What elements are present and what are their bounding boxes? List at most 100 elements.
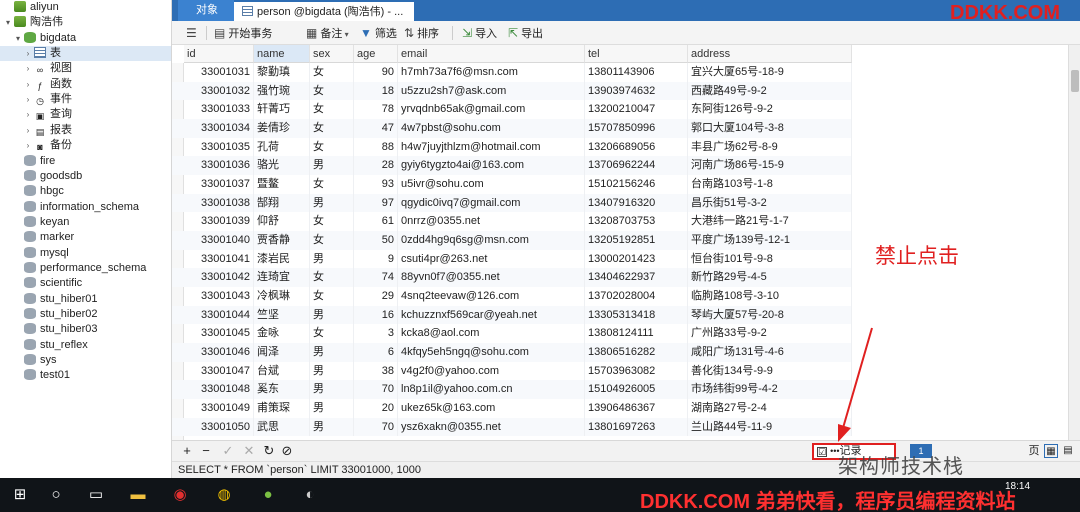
cell-age[interactable]: 28 bbox=[354, 156, 398, 175]
cell-tel[interactable]: 13305313418 bbox=[585, 305, 688, 325]
cell-sex[interactable]: 女 bbox=[310, 118, 354, 138]
cell-address[interactable]: 宜兴大厦65号-18-9 bbox=[688, 63, 852, 82]
table-row[interactable]: 33001033 轩菁巧女 78 yrvqdnb65ak@gmail.com 13200… bbox=[172, 100, 852, 119]
cell-email[interactable]: ukez65k@163.com bbox=[398, 398, 585, 418]
table-row[interactable]: 33001041 漆岩民男 9 csuti4pr@263.net 13000201423… bbox=[172, 249, 852, 269]
expand-arrow-icon[interactable]: ▾ bbox=[3, 15, 13, 30]
tab-person-table[interactable]: person @bigdata (陶浩伟) - ... bbox=[234, 0, 414, 21]
cell-age[interactable]: 70 bbox=[354, 417, 398, 437]
cell-name[interactable]: 闻泽 bbox=[254, 342, 310, 362]
cell-address[interactable]: 恒台街101号-9-8 bbox=[688, 249, 852, 269]
cell-id[interactable]: 33001048 bbox=[184, 380, 254, 399]
cell-id[interactable]: 33001031 bbox=[184, 63, 254, 82]
cell-sex[interactable]: 男 bbox=[310, 361, 354, 381]
table-row[interactable]: 33001043 冷枫琳女 29 4snq2teevaw@126.com 1370202… bbox=[172, 286, 852, 306]
expand-arrow-icon[interactable]: ▾ bbox=[13, 31, 23, 46]
column-header-email[interactable]: email bbox=[398, 45, 585, 63]
tree-item[interactable]: performance_schema bbox=[0, 261, 171, 276]
cell-sex[interactable]: 男 bbox=[310, 417, 354, 437]
tree-item[interactable]: › ▣ 查询 bbox=[0, 107, 171, 122]
cell-name[interactable]: 黎勤瑱 bbox=[254, 63, 310, 82]
cell-sex[interactable]: 女 bbox=[310, 324, 354, 343]
cell-id[interactable]: 33001045 bbox=[184, 324, 254, 343]
expand-arrow-icon[interactable]: › bbox=[23, 46, 33, 61]
tree-item[interactable]: stu_hiber02 bbox=[0, 307, 171, 322]
expand-arrow-icon[interactable]: › bbox=[23, 138, 33, 153]
table-row[interactable]: 33001046 闻泽男 6 4kfqy5eh5ngq@sohu.com 1380651… bbox=[172, 342, 852, 362]
cell-age[interactable]: 6 bbox=[354, 342, 398, 362]
refresh-button[interactable]: ↻ bbox=[262, 444, 276, 458]
cell-id[interactable]: 33001044 bbox=[184, 305, 254, 325]
cell-tel[interactable]: 15104926005 bbox=[585, 380, 688, 399]
cell-sex[interactable]: 男 bbox=[310, 305, 354, 325]
tree-item[interactable]: stu_reflex bbox=[0, 338, 171, 353]
cell-tel[interactable]: 13706962244 bbox=[585, 156, 688, 175]
cell-age[interactable]: 50 bbox=[354, 230, 398, 250]
cell-sex[interactable]: 女 bbox=[310, 268, 354, 287]
menu-button[interactable]: ☰ bbox=[186, 25, 200, 41]
cell-email[interactable]: h7mh73a7f6@msn.com bbox=[398, 63, 585, 82]
column-header-id[interactable]: id bbox=[184, 45, 254, 63]
cell-address[interactable]: 西藏路49号-9-2 bbox=[688, 81, 852, 101]
cell-name[interactable]: 仰舒 bbox=[254, 212, 310, 231]
cell-sex[interactable]: 男 bbox=[310, 398, 354, 418]
cell-tel[interactable]: 13801697263 bbox=[585, 417, 688, 437]
tab-objects[interactable]: 对象 bbox=[178, 0, 236, 21]
tree-item[interactable]: fire bbox=[0, 154, 171, 169]
tree-item[interactable]: › ◙ 备份 bbox=[0, 138, 171, 153]
cell-address[interactable]: 昌乐街51号-3-2 bbox=[688, 193, 852, 213]
table-row[interactable]: 33001039 仰舒女 61 0nrrz@0355.net 13208703753 大港… bbox=[172, 212, 852, 231]
table-row[interactable]: 33001035 孔荷女 88 h4w7juyjthlzm@hotmail.com 13… bbox=[172, 137, 852, 157]
tree-item[interactable]: scientific bbox=[0, 276, 171, 291]
cell-sex[interactable]: 女 bbox=[310, 81, 354, 101]
cell-email[interactable]: kchuzznxf569car@yeah.net bbox=[398, 305, 585, 325]
form-view-icon[interactable]: ▤ bbox=[1061, 444, 1075, 458]
tree-item[interactable]: information_schema bbox=[0, 200, 171, 215]
cell-id[interactable]: 33001037 bbox=[184, 174, 254, 194]
cell-sex[interactable]: 女 bbox=[310, 137, 354, 157]
cell-address[interactable]: 郭口大厦104号-3-8 bbox=[688, 118, 852, 138]
cell-name[interactable]: 连琦宜 bbox=[254, 268, 310, 287]
cell-name[interactable]: 暨鳌 bbox=[254, 174, 310, 194]
cell-name[interactable]: 武思 bbox=[254, 417, 310, 437]
cell-tel[interactable]: 13903974632 bbox=[585, 81, 688, 101]
cell-email[interactable]: csuti4pr@263.net bbox=[398, 249, 585, 269]
filter-button[interactable]: ▼ 筛选 bbox=[360, 25, 397, 41]
cell-age[interactable]: 3 bbox=[354, 324, 398, 343]
cell-name[interactable]: 竺坚 bbox=[254, 305, 310, 325]
tree-item[interactable]: › ƒ 函数 bbox=[0, 77, 171, 92]
note-button[interactable]: ▦ 备注 ▾ bbox=[306, 25, 349, 41]
cell-id[interactable]: 33001049 bbox=[184, 398, 254, 418]
import-button[interactable]: ⇲ 导入 bbox=[462, 25, 497, 41]
cell-address[interactable]: 善化街134号-9-9 bbox=[688, 361, 852, 381]
cell-email[interactable]: qgydic0ivq7@gmail.com bbox=[398, 193, 585, 213]
cell-sex[interactable]: 男 bbox=[310, 249, 354, 269]
column-header-name[interactable]: name bbox=[254, 45, 310, 63]
cell-name[interactable]: 奚东 bbox=[254, 380, 310, 399]
cell-address[interactable]: 东阿街126号-9-2 bbox=[688, 100, 852, 119]
search-circle-icon[interactable]: ○ bbox=[36, 478, 76, 512]
cell-name[interactable]: 冷枫琳 bbox=[254, 286, 310, 306]
table-row[interactable]: 33001045 金咏女 3 kcka8@aol.com 13808124111 广州路3… bbox=[172, 324, 852, 343]
tree-item[interactable]: stu_hiber03 bbox=[0, 322, 171, 337]
cell-sex[interactable]: 女 bbox=[310, 286, 354, 306]
begin-transaction-button[interactable]: ▤ 开始事务 bbox=[214, 25, 272, 41]
cell-email[interactable]: u5zzu2sh7@ask.com bbox=[398, 81, 585, 101]
tree-item[interactable]: › 表 bbox=[0, 46, 171, 62]
cell-age[interactable]: 90 bbox=[354, 63, 398, 82]
cell-tel[interactable]: 13806516282 bbox=[585, 342, 688, 362]
cell-tel[interactable]: 13404622937 bbox=[585, 268, 688, 287]
column-header-address[interactable]: address bbox=[688, 45, 852, 63]
tree-item[interactable]: › ∞ 视图 bbox=[0, 61, 171, 76]
table-row[interactable]: 33001042 连琦宜女 74 88yvn0f7@0355.net 134046229… bbox=[172, 268, 852, 287]
table-row[interactable]: 33001036 骆光男 28 gyiy6tygzto4ai@163.com 13706… bbox=[172, 156, 852, 175]
column-header-age[interactable]: age bbox=[354, 45, 398, 63]
grid-view-icon[interactable]: ▦ bbox=[1044, 444, 1058, 458]
cell-age[interactable]: 20 bbox=[354, 398, 398, 418]
cell-address[interactable]: 湖南路27号-2-4 bbox=[688, 398, 852, 418]
expand-arrow-icon[interactable]: › bbox=[23, 61, 33, 76]
cell-age[interactable]: 16 bbox=[354, 305, 398, 325]
expand-arrow-icon[interactable]: › bbox=[23, 123, 33, 138]
tree-item[interactable]: marker bbox=[0, 230, 171, 245]
cell-email[interactable]: ysz6xakn@0355.net bbox=[398, 417, 585, 437]
